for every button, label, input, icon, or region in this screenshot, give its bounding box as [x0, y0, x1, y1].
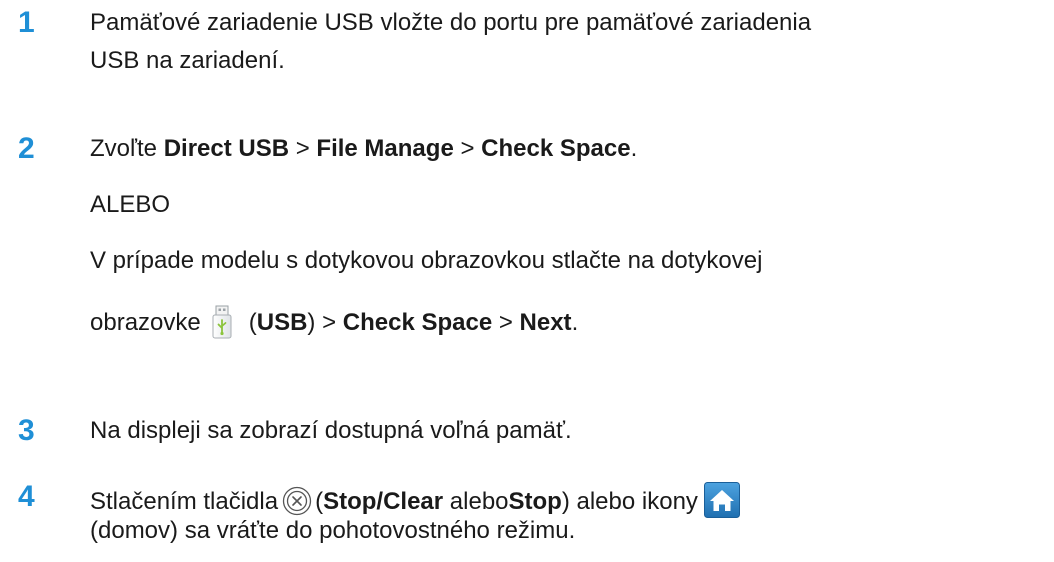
- separator: >: [453, 135, 482, 162]
- menu-direct-usb: Direct USB: [163, 135, 290, 162]
- paren-open: (: [315, 488, 324, 515]
- step-2-alternative: ALEBO: [90, 191, 171, 218]
- usb-label: USB: [256, 309, 308, 336]
- step-2-touchscreen-text: V prípade modelu s dotykovou obrazovkou …: [90, 247, 763, 274]
- step-2-touchscreen-path: obrazovke (USB) > Check Space > Next.: [90, 305, 578, 339]
- period: .: [630, 135, 638, 162]
- menu-next: Next: [519, 309, 572, 336]
- stop-clear-label: Stop/Clear: [323, 488, 444, 515]
- paren-open: (: [248, 309, 257, 336]
- step-3-text: Na displeji sa zobrazí dostupná voľná pa…: [90, 417, 572, 444]
- home-icon: [703, 482, 740, 518]
- step-2-touch-prefix: obrazovke: [90, 309, 201, 336]
- step-4-text-line-1: Stlačením tlačidla (Stop/Clear aleboStop)…: [90, 482, 740, 518]
- separator: ) >: [307, 309, 343, 336]
- separator: >: [492, 309, 520, 336]
- step-2-menu-path: Zvoľte Direct USB > File Manage > Check …: [90, 134, 637, 164]
- step-2-prefix: Zvoľte: [90, 135, 164, 162]
- step-number-3: 3: [18, 414, 35, 447]
- step-1-text-line-2: USB na zariadení.: [90, 47, 285, 74]
- step-4-suffix: ) alebo ikony: [561, 488, 698, 515]
- menu-check-space: Check Space: [342, 309, 493, 336]
- step-4-text-line-2: (domov) sa vráťte do pohotovostného reži…: [90, 517, 576, 544]
- or-text: alebo: [443, 488, 509, 515]
- usb-icon: [211, 305, 233, 339]
- step-number-2: 2: [18, 132, 35, 165]
- separator: >: [289, 135, 317, 162]
- period: .: [571, 309, 579, 336]
- step-1-text-line-1: Pamäťové zariadenie USB vložte do portu …: [90, 9, 812, 36]
- step-4-prefix: Stlačením tlačidla: [90, 488, 279, 515]
- stop-clear-icon: [282, 486, 312, 516]
- step-number-4: 4: [18, 480, 35, 513]
- instruction-page: 1 Pamäťové zariadenie USB vložte do port…: [0, 0, 1054, 562]
- menu-check-space: Check Space: [481, 135, 631, 162]
- step-number-1: 1: [18, 6, 35, 39]
- stop-label: Stop: [508, 488, 562, 515]
- menu-file-manage: File Manage: [316, 135, 454, 162]
